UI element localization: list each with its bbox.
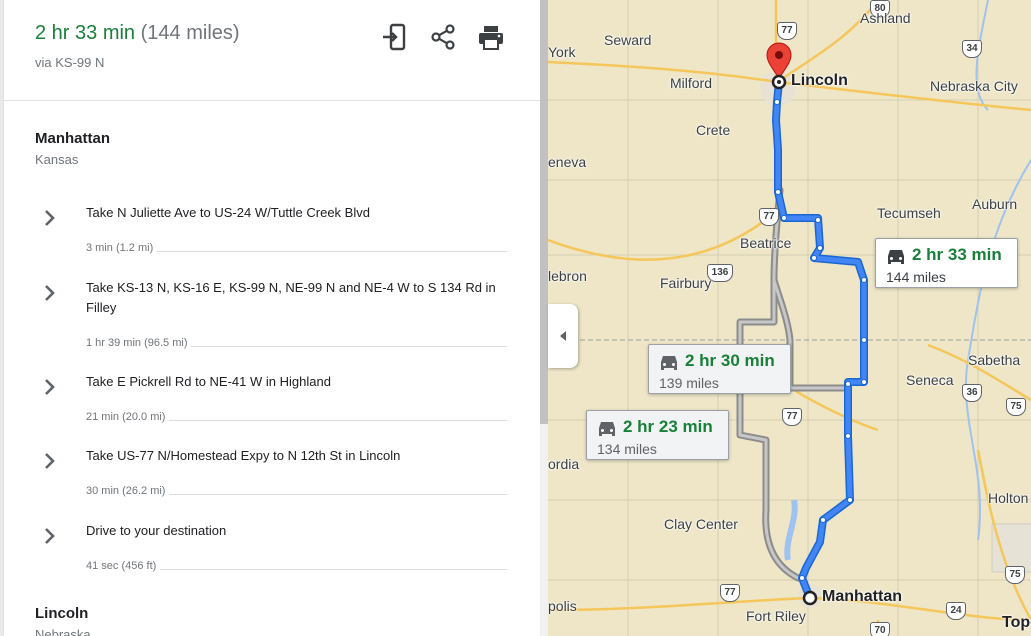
highway-shield: 34 xyxy=(962,40,982,58)
print-button[interactable] xyxy=(476,22,506,52)
origin-place: Manhattan Kansas xyxy=(35,130,110,167)
step-meta: 3 min (1.2 mi) xyxy=(86,242,158,254)
step-instruction: Take KS-13 N, KS-16 E, KS-99 N, NE-99 N … xyxy=(86,280,496,315)
duration-time: 2 hr 33 min xyxy=(35,22,136,44)
print-icon xyxy=(479,26,503,50)
route-duration: 2 hr 33 min (144 miles) xyxy=(35,22,240,45)
step-instruction: Take N Juliette Ave to US-24 W/Tuttle Cr… xyxy=(86,205,370,220)
city-label-geneva: eneva xyxy=(548,154,587,170)
step-meta: 41 sec (456 ft) xyxy=(86,560,161,572)
city-label-sabetha: Sabetha xyxy=(968,352,1021,368)
route-time: 2 hr 23 min xyxy=(623,417,713,436)
city-label-fairbury: Fairbury xyxy=(660,275,712,291)
highway-shield: 77 xyxy=(720,584,740,602)
origin-name: Manhattan xyxy=(35,130,110,147)
map-canvas xyxy=(548,0,1031,636)
route-callout-alt-2[interactable]: 2 hr 23 min 134 miles xyxy=(586,410,729,460)
route-time: 2 hr 30 min xyxy=(685,351,775,370)
highway-shield: 77 xyxy=(782,408,802,426)
route-summary: 2 hr 33 min (144 miles) via KS-99 N xyxy=(4,0,540,101)
city-label-topeka: Tope xyxy=(1002,614,1031,631)
origin-region: Kansas xyxy=(35,152,79,167)
route-callout-selected[interactable]: 2 hr 33 min 144 miles xyxy=(875,238,1018,288)
city-label-tecumseh: Tecumseh xyxy=(877,205,941,221)
route-callout-alt-1[interactable]: 2 hr 30 min 139 miles xyxy=(648,344,791,394)
city-label-seneca: Seneca xyxy=(906,372,954,388)
car-icon xyxy=(888,250,904,264)
city-label-auburn: Auburn xyxy=(972,196,1018,212)
highway-shield: 77 xyxy=(777,22,797,40)
chevron-right-icon xyxy=(45,453,55,469)
city-label-york: York xyxy=(548,44,576,60)
chevron-right-icon xyxy=(45,285,55,301)
expand-step-button[interactable] xyxy=(40,208,60,228)
city-label-lincoln: Lincoln xyxy=(791,72,848,89)
city-label-crete: Crete xyxy=(696,122,731,138)
car-icon xyxy=(661,356,677,370)
step-instruction: Take US-77 N/Homestead Expy to N 12th St… xyxy=(86,448,401,463)
expand-step-button[interactable] xyxy=(40,526,60,546)
route-time: 2 hr 33 min xyxy=(912,245,1002,264)
share-icon xyxy=(431,24,455,50)
car-icon xyxy=(599,422,615,436)
destination-place: Lincoln Nebraska xyxy=(35,605,91,636)
directions-panel: 2 hr 33 min (144 miles) via KS-99 N Manh… xyxy=(4,0,540,636)
highway-shield: 36 xyxy=(962,384,982,402)
city-label-fort-riley: Fort Riley xyxy=(746,608,806,624)
caret-left-icon xyxy=(560,331,566,341)
expand-step-button[interactable] xyxy=(40,451,60,471)
highway-shield: 77 xyxy=(759,208,779,226)
step-instruction: Take E Pickrell Rd to NE-41 W in Highlan… xyxy=(86,374,331,389)
send-to-phone-icon xyxy=(383,23,406,51)
city-label-hebron: lebron xyxy=(548,268,587,284)
city-label-nebraska-city: Nebraska City xyxy=(930,78,1018,94)
city-label-ashland: Ashland xyxy=(860,10,911,26)
step-meta: 21 min (20.0 mi) xyxy=(86,411,170,423)
city-label-manhattan: Manhattan xyxy=(822,588,902,605)
map-view[interactable]: 77 80 34 77 136 77 36 75 77 24 75 70 Seward Ashland… xyxy=(548,0,1031,636)
chevron-right-icon xyxy=(45,379,55,395)
highway-shield: 24 xyxy=(946,602,966,620)
expand-step-button[interactable] xyxy=(40,377,60,397)
destination-name: Lincoln xyxy=(35,605,89,622)
route-distance: 139 miles xyxy=(659,375,719,391)
duration-distance: (144 miles) xyxy=(140,22,240,44)
send-to-phone-button[interactable] xyxy=(379,22,409,52)
chevron-right-icon xyxy=(45,210,55,226)
city-label-holton: Holton xyxy=(988,490,1029,506)
route-distance: 134 miles xyxy=(597,441,657,457)
city-label-concordia: ordia xyxy=(548,456,580,472)
panel-scrollbar-thumb[interactable] xyxy=(540,0,548,424)
chevron-right-icon xyxy=(45,528,55,544)
highway-shield: 75 xyxy=(1005,566,1025,584)
city-label-beatrice: Beatrice xyxy=(740,235,792,251)
step-meta: 1 hr 39 min (96.5 mi) xyxy=(86,337,192,349)
step-instruction: Drive to your destination xyxy=(86,523,227,538)
city-label-clay-center: Clay Center xyxy=(664,516,738,532)
expand-step-button[interactable] xyxy=(40,283,60,303)
route-via: via KS-99 N xyxy=(35,55,105,70)
destination-region: Nebraska xyxy=(35,627,91,636)
step-meta: 30 min (26.2 mi) xyxy=(86,485,170,497)
route-distance: 144 miles xyxy=(886,269,946,285)
share-button[interactable] xyxy=(428,22,458,52)
collapse-panel-button[interactable] xyxy=(548,304,578,368)
city-label-milford: Milford xyxy=(670,75,713,91)
city-label-minneapolis: polis xyxy=(548,598,577,614)
highway-shield: 75 xyxy=(1006,398,1026,416)
highway-shield: 70 xyxy=(870,622,890,636)
city-label-seward: Seward xyxy=(604,32,652,48)
